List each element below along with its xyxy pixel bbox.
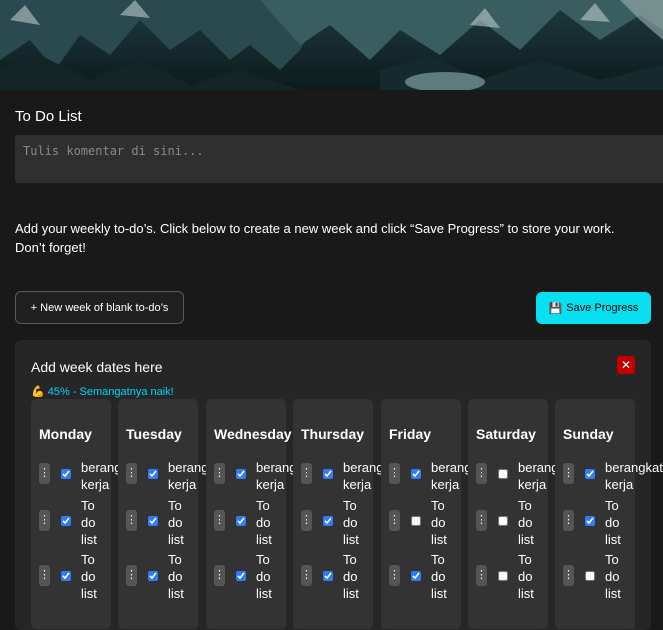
task-checkbox[interactable] xyxy=(411,516,421,526)
progress-status: 💪 45% - Semangatnya naik! xyxy=(31,385,174,398)
task-text[interactable]: To do list xyxy=(431,551,457,602)
task-text[interactable]: To do list xyxy=(518,551,544,602)
drag-handle-icon[interactable]: ⋮ xyxy=(389,463,400,484)
drag-handle-icon[interactable]: ⋮ xyxy=(39,463,50,484)
task-checkbox[interactable] xyxy=(61,516,71,526)
task-checkbox[interactable] xyxy=(585,516,595,526)
task-text[interactable]: To do list xyxy=(168,551,194,602)
task-text[interactable]: To do list xyxy=(431,497,457,548)
task-text[interactable]: To do list xyxy=(605,551,631,602)
page-title: To Do List xyxy=(15,108,82,125)
task-checkbox[interactable] xyxy=(411,469,421,479)
task-text[interactable]: To do list xyxy=(343,551,369,602)
new-week-button[interactable]: + New week of blank to-do’s xyxy=(15,291,184,324)
task-checkbox[interactable] xyxy=(236,571,246,581)
comment-input[interactable] xyxy=(15,135,663,183)
header-banner-image xyxy=(0,0,663,90)
task-checkbox[interactable] xyxy=(498,516,508,526)
drag-handle-icon[interactable]: ⋮ xyxy=(39,565,50,586)
floppy-disk-icon: 💾 xyxy=(548,302,563,315)
drag-handle-icon[interactable]: ⋮ xyxy=(126,463,137,484)
task-checkbox[interactable] xyxy=(323,469,333,479)
task-text[interactable]: To do list xyxy=(605,497,631,548)
task-text[interactable]: To do list xyxy=(81,551,107,602)
drag-handle-icon[interactable]: ⋮ xyxy=(389,565,400,586)
task-text[interactable]: To do list xyxy=(343,497,369,548)
task-checkbox[interactable] xyxy=(236,469,246,479)
task-text[interactable]: To do list xyxy=(518,497,544,548)
task-checkbox[interactable] xyxy=(148,516,158,526)
task-checkbox[interactable] xyxy=(323,516,333,526)
save-progress-button[interactable]: 💾 Save Progress xyxy=(536,292,651,324)
drag-handle-icon[interactable]: ⋮ xyxy=(476,565,487,586)
save-progress-label: Save Progress xyxy=(566,302,639,314)
task-checkbox[interactable] xyxy=(323,571,333,581)
task-checkbox[interactable] xyxy=(585,571,595,581)
task-checkbox[interactable] xyxy=(61,571,71,581)
drag-handle-icon[interactable]: ⋮ xyxy=(39,510,50,531)
drag-handle-icon[interactable]: ⋮ xyxy=(476,463,487,484)
task-text[interactable]: To do list xyxy=(256,497,282,548)
flexed-biceps-icon: 💪 xyxy=(31,386,45,398)
drag-handle-icon[interactable]: ⋮ xyxy=(563,510,574,531)
day-name: Friday xyxy=(389,426,432,442)
task-checkbox[interactable] xyxy=(498,571,508,581)
instructions-text: Add your weekly to-do’s. Click below to … xyxy=(15,221,615,255)
drag-handle-icon[interactable]: ⋮ xyxy=(563,565,574,586)
day-name: Saturday xyxy=(476,426,536,442)
day-name: Thursday xyxy=(301,426,365,442)
drag-handle-icon[interactable]: ⋮ xyxy=(126,565,137,586)
task-checkbox[interactable] xyxy=(61,469,71,479)
week-title[interactable]: Add week dates here xyxy=(31,359,163,375)
drag-handle-icon[interactable]: ⋮ xyxy=(126,510,137,531)
task-text[interactable]: To do list xyxy=(81,497,107,548)
task-text[interactable]: berangkat kerja xyxy=(605,459,663,493)
drag-handle-icon[interactable]: ⋮ xyxy=(214,463,225,484)
day-name: Monday xyxy=(39,426,92,442)
task-checkbox[interactable] xyxy=(148,469,158,479)
drag-handle-icon[interactable]: ⋮ xyxy=(301,463,312,484)
task-checkbox[interactable] xyxy=(236,516,246,526)
drag-handle-icon[interactable]: ⋮ xyxy=(214,510,225,531)
task-checkbox[interactable] xyxy=(411,571,421,581)
drag-handle-icon[interactable]: ⋮ xyxy=(214,565,225,586)
task-checkbox[interactable] xyxy=(585,469,595,479)
progress-text: 45% - Semangatnya naik! xyxy=(47,386,174,398)
day-name: Tuesday xyxy=(126,426,182,442)
task-checkbox[interactable] xyxy=(498,469,508,479)
drag-handle-icon[interactable]: ⋮ xyxy=(563,463,574,484)
day-name: Wednesday xyxy=(214,426,292,442)
task-text[interactable]: To do list xyxy=(168,497,194,548)
task-text[interactable]: To do list xyxy=(256,551,282,602)
task-checkbox[interactable] xyxy=(148,571,158,581)
delete-week-button[interactable]: ✕ xyxy=(617,356,635,374)
drag-handle-icon[interactable]: ⋮ xyxy=(301,565,312,586)
drag-handle-icon[interactable]: ⋮ xyxy=(389,510,400,531)
drag-handle-icon[interactable]: ⋮ xyxy=(476,510,487,531)
day-name: Sunday xyxy=(563,426,614,442)
drag-handle-icon[interactable]: ⋮ xyxy=(301,510,312,531)
